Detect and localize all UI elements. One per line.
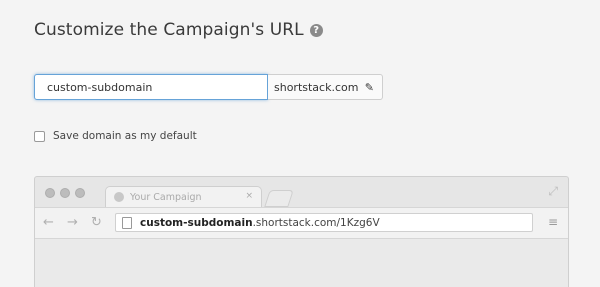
address-bar-subdomain: custom-subdomain xyxy=(140,216,253,229)
browser-preview: Your Campaign × ⤢ ← → ↻ custom-subdomain… xyxy=(34,176,569,287)
pencil-icon[interactable]: ✎ xyxy=(365,81,374,94)
help-icon[interactable]: ? xyxy=(309,23,323,37)
url-input-group: shortstack.com ✎ xyxy=(34,74,383,100)
browser-toolbar: ← → ↻ custom-subdomain .shortstack.com/1K… xyxy=(35,207,568,239)
browser-tab-title: Your Campaign xyxy=(130,191,202,203)
hamburger-menu-icon: ≡ xyxy=(547,215,558,229)
subdomain-input[interactable] xyxy=(34,74,268,100)
browser-viewport xyxy=(35,239,568,287)
browser-tab-bar: Your Campaign × ⤢ xyxy=(35,177,568,207)
save-default-checkbox[interactable] xyxy=(34,130,45,142)
browser-tab: Your Campaign × xyxy=(105,186,262,207)
window-zoom-dot-icon xyxy=(75,188,85,198)
reload-icon: ↻ xyxy=(91,215,102,230)
address-bar-path: .shortstack.com/1Kzg6V xyxy=(252,216,380,229)
new-tab-icon xyxy=(264,190,294,207)
forward-arrow-icon: → xyxy=(67,215,78,230)
tab-favicon-icon xyxy=(114,192,124,202)
domain-suffix-text: shortstack.com xyxy=(274,80,359,94)
save-default-label: Save domain as my default xyxy=(53,130,197,142)
tab-close-icon: × xyxy=(245,191,253,201)
expand-icon: ⤢ xyxy=(548,184,558,198)
back-arrow-icon: ← xyxy=(43,215,54,230)
window-close-dot-icon xyxy=(45,188,55,198)
page-title-text: Customize the Campaign's URL xyxy=(34,20,304,40)
address-bar: custom-subdomain .shortstack.com/1Kzg6V xyxy=(115,213,533,232)
domain-suffix-addon: shortstack.com ✎ xyxy=(268,74,383,100)
window-minimize-dot-icon xyxy=(60,188,70,198)
page-title: Customize the Campaign's URL ? xyxy=(34,20,323,40)
page-icon xyxy=(122,216,132,229)
save-default-option[interactable]: Save domain as my default xyxy=(34,130,197,142)
